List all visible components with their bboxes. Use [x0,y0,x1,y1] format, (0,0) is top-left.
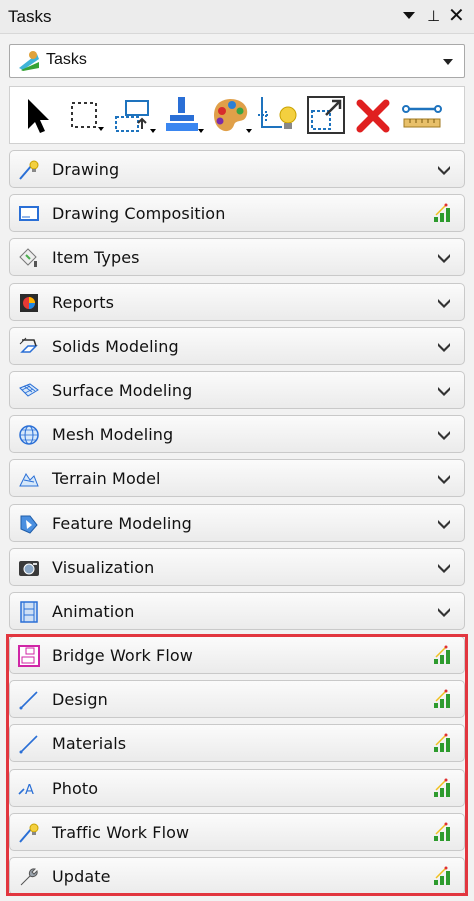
task-item-label: Surface Modeling [52,380,193,400]
tasks-workflow-icon [17,50,41,76]
film-icon [18,601,40,623]
photo-a-icon: A [18,778,40,800]
task-item-label: Drawing Composition [52,204,226,224]
panel-menu-icon[interactable] [402,5,416,30]
measure-ruler-icon[interactable] [400,93,444,137]
close-icon[interactable]: ✕ [448,3,465,27]
task-list: Drawing Drawing Composition Item Types Repo… [9,150,465,901]
chevron-down-icon[interactable] [436,427,452,441]
task-item-label: Reports [52,292,115,312]
select-arrow-icon[interactable] [14,93,58,137]
task-item[interactable]: A Photo [9,768,465,807]
chevron-down-icon[interactable] [436,295,452,309]
task-item-label: Item Types [52,248,140,268]
task-item[interactable]: Design [9,680,465,719]
pencil-bulb-icon [18,822,40,844]
task-item[interactable]: Drawing [9,150,465,188]
tag-icon [18,247,40,269]
chevron-down-icon[interactable] [436,516,452,530]
task-item-label: Drawing [52,160,120,179]
chevron-down-icon[interactable] [436,250,452,264]
report-icon [18,292,40,314]
camera-icon [18,557,40,579]
task-toolbar [9,86,465,144]
mesh-globe-icon [18,424,40,446]
signal-bars-icon[interactable] [432,778,454,798]
resize-box-icon[interactable] [304,93,348,137]
line-icon [18,733,40,755]
task-item[interactable]: Feature Modeling [9,503,465,542]
chevron-down-icon[interactable] [436,383,452,397]
panel-title: Tasks [8,7,52,26]
snap-lightbulb-icon[interactable] [256,93,300,137]
chevron-down-icon[interactable] [436,162,452,176]
task-selector-value: Tasks [46,51,87,68]
task-item[interactable]: Materials [9,724,465,763]
task-item[interactable]: Terrain Model [9,459,465,498]
sheet-icon [18,203,40,225]
signal-bars-icon[interactable] [432,689,454,709]
task-item[interactable]: Update [9,857,465,895]
task-item-label: Materials [52,734,127,754]
terrain-icon [18,468,40,490]
task-item-label: Bridge Work Flow [52,646,193,666]
chevron-down-icon[interactable] [436,471,452,485]
panel-titlebar: Tasks ⊥ ✕ [0,0,474,34]
bridge-icon [18,645,40,668]
task-item-label: Solids Modeling [52,336,179,356]
task-item-label: Photo [52,778,99,798]
signal-bars-icon[interactable] [432,866,454,886]
wrench-icon [18,866,40,888]
task-item[interactable]: Visualization [9,547,465,586]
chevron-down-icon [443,59,453,65]
task-item-label: Terrain Model [52,469,161,489]
task-item-label: Design [52,690,108,710]
task-item[interactable]: Surface Modeling [9,370,465,409]
signal-bars-icon[interactable] [432,822,454,842]
chevron-down-icon[interactable] [436,604,452,618]
svg-text:A: A [25,783,34,798]
task-item-label: Visualization [52,557,155,577]
task-item-label: Feature Modeling [52,513,192,533]
task-item[interactable]: Item Types [9,238,465,277]
solid-icon [18,336,40,358]
task-item-label: Mesh Modeling [52,425,174,445]
pin-icon[interactable]: ⊥ [427,7,440,25]
task-item-label: Update [52,867,111,886]
selection-box-icon[interactable] [64,93,108,137]
task-item-label: Traffic Work Flow [52,822,190,842]
signal-bars-icon[interactable] [432,733,454,753]
chevron-down-icon[interactable] [436,560,452,574]
surface-icon [18,380,40,402]
task-item[interactable]: Drawing Composition [9,194,465,233]
line-icon [18,689,40,711]
pencil-bulb-icon [18,159,40,181]
task-item[interactable]: Mesh Modeling [9,415,465,454]
chevron-down-icon[interactable] [436,339,452,353]
signal-bars-icon[interactable] [432,203,454,223]
palette-icon[interactable] [208,93,252,137]
task-selector-dropdown[interactable]: Tasks [9,44,465,78]
task-item[interactable]: Traffic Work Flow [9,812,465,851]
signal-bars-icon[interactable] [432,645,454,665]
task-item[interactable]: Reports [9,282,465,321]
task-item[interactable]: Bridge Work Flow [9,636,465,675]
move-rectangle-icon[interactable] [112,93,156,137]
task-item[interactable]: Solids Modeling [9,326,465,365]
feature-icon [18,513,40,535]
task-item[interactable]: Animation [9,591,465,630]
paint-brush-icon[interactable] [160,93,204,137]
delete-x-icon[interactable] [352,93,396,137]
task-item-label: Animation [52,601,135,621]
